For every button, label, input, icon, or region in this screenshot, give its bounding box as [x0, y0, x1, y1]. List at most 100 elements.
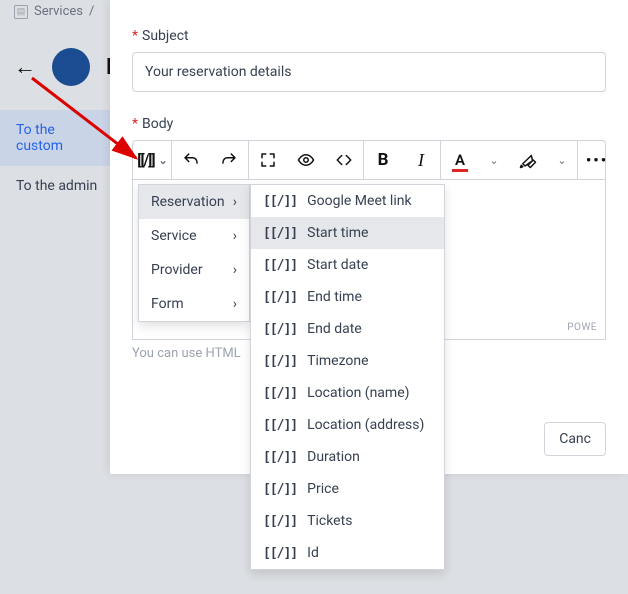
field-label: Google Meet link [307, 193, 411, 209]
breadcrumb-root[interactable]: Services [34, 4, 83, 19]
field-label: Price [307, 481, 339, 497]
field-label: Location (name) [307, 385, 409, 401]
menu-item-form[interactable]: Form › [139, 287, 249, 321]
cancel-button[interactable]: Canc [544, 422, 606, 456]
merge-icon: [[/]] [263, 226, 297, 241]
code-view-button[interactable] [325, 141, 363, 179]
more-button[interactable]: ••• [578, 141, 616, 179]
field-start-date[interactable]: [[/]] Start date [251, 249, 444, 281]
menu-item-reservation[interactable]: Reservation › [139, 185, 249, 219]
sidebar-item-label: To the admin [16, 178, 97, 194]
sidebar-item-to-admin[interactable]: To the admin [0, 166, 115, 206]
tb-group-view [249, 141, 364, 179]
tb-group-format: B I [364, 141, 441, 179]
modal-footer: Canc [544, 422, 606, 456]
code-icon [335, 151, 353, 169]
field-label: Location (address) [307, 417, 424, 433]
menu-item-label: Form [151, 296, 184, 312]
eye-icon [297, 151, 315, 169]
sidebar-item-to-customer[interactable]: To the custom [0, 110, 115, 166]
chevron-right-icon: › [233, 194, 237, 210]
sidebar: To the custom To the admin [0, 110, 115, 206]
field-start-time[interactable]: [[/]] Start time [251, 217, 444, 249]
field-tickets[interactable]: [[/]] Tickets [251, 505, 444, 537]
field-label: End date [307, 321, 362, 337]
tb-group-color: A ⌄ ⌄ [441, 141, 578, 179]
field-id[interactable]: [[/]] Id [251, 537, 444, 569]
merge-icon: [[/]] [263, 194, 297, 209]
italic-button[interactable]: I [402, 141, 440, 179]
powered-by-badge: POWE [567, 322, 597, 333]
required-marker: * [132, 28, 138, 44]
tb-group-history [172, 141, 249, 179]
subject-label: *Subject [132, 28, 606, 44]
field-label: End time [307, 289, 362, 305]
required-marker: * [132, 116, 138, 132]
field-google-meet-link[interactable]: [[/]] Google Meet link [251, 185, 444, 217]
field-end-date[interactable]: [[/]] End date [251, 313, 444, 345]
subject-input[interactable] [132, 52, 606, 92]
field-label: Duration [307, 449, 360, 465]
field-price[interactable]: [[/]] Price [251, 473, 444, 505]
menu-item-label: Reservation [151, 194, 225, 210]
redo-icon [220, 151, 238, 169]
field-timezone[interactable]: [[/]] Timezone [251, 345, 444, 377]
field-duration[interactable]: [[/]] Duration [251, 441, 444, 473]
field-location-address[interactable]: [[/]] Location (address) [251, 409, 444, 441]
merge-icon: [[/]] [263, 514, 297, 529]
editor-toolbar: [[/]] ⌄ B I [132, 140, 606, 180]
field-end-time[interactable]: [[/]] End time [251, 281, 444, 313]
merge-icon: [[/]] [263, 354, 297, 369]
breadcrumb-sep: / [89, 4, 94, 19]
field-location-name[interactable]: [[/]] Location (name) [251, 377, 444, 409]
tb-group-merge: [[/]] ⌄ [133, 141, 172, 179]
subject-field-group: *Subject [132, 28, 606, 92]
chevron-right-icon: › [233, 262, 237, 278]
menu-item-label: Provider [151, 262, 203, 278]
merge-menu-fields: [[/]] Google Meet link [[/]] Start time [[… [250, 184, 445, 570]
marker-icon [519, 151, 537, 169]
merge-icon: [[/]] [263, 546, 297, 561]
chevron-down-icon: ⌄ [158, 154, 166, 167]
chevron-down-icon: ⌄ [489, 154, 498, 167]
fullscreen-icon [259, 151, 277, 169]
breadcrumb: ▤ Services / [14, 4, 94, 19]
merge-icon: [[/]] [263, 482, 297, 497]
body-label: *Body [132, 116, 606, 132]
merge-icon: [[/]] [263, 418, 297, 433]
merge-icon: [[/]] [263, 322, 297, 337]
text-color-button[interactable]: A [441, 141, 479, 179]
merge-glyph: [[/]] [137, 151, 154, 169]
field-label: Id [307, 545, 319, 561]
back-arrow-icon[interactable]: ← [14, 54, 36, 80]
chevron-down-icon: ⌄ [557, 154, 566, 167]
merge-icon: [[/]] [263, 290, 297, 305]
menu-item-provider[interactable]: Provider › [139, 253, 249, 287]
redo-button[interactable] [210, 141, 248, 179]
bold-button[interactable]: B [364, 141, 402, 179]
breadcrumb-icon: ▤ [14, 5, 28, 19]
undo-icon [182, 151, 200, 169]
field-label: Start time [307, 225, 368, 241]
field-label: Start date [307, 257, 368, 273]
menu-item-label: Service [151, 228, 197, 244]
chevron-right-icon: › [233, 228, 237, 244]
undo-button[interactable] [172, 141, 210, 179]
text-color-chevron[interactable]: ⌄ [479, 141, 509, 179]
field-label: Tickets [307, 513, 352, 529]
merge-icon: [[/]] [263, 450, 297, 465]
chevron-right-icon: › [233, 296, 237, 312]
highlight-button[interactable] [509, 141, 547, 179]
avatar [52, 48, 90, 86]
fullscreen-button[interactable] [249, 141, 287, 179]
highlight-chevron[interactable]: ⌄ [547, 141, 577, 179]
sidebar-item-label: To the custom [16, 122, 63, 154]
tb-group-more: ••• [578, 141, 616, 179]
merge-tags-button[interactable]: [[/]] ⌄ [133, 141, 171, 179]
merge-icon: [[/]] [263, 258, 297, 273]
merge-icon: [[/]] [263, 386, 297, 401]
merge-menu-categories: Reservation › Service › Provider › Form … [138, 184, 250, 322]
field-label: Timezone [307, 353, 368, 369]
menu-item-service[interactable]: Service › [139, 219, 249, 253]
preview-button[interactable] [287, 141, 325, 179]
